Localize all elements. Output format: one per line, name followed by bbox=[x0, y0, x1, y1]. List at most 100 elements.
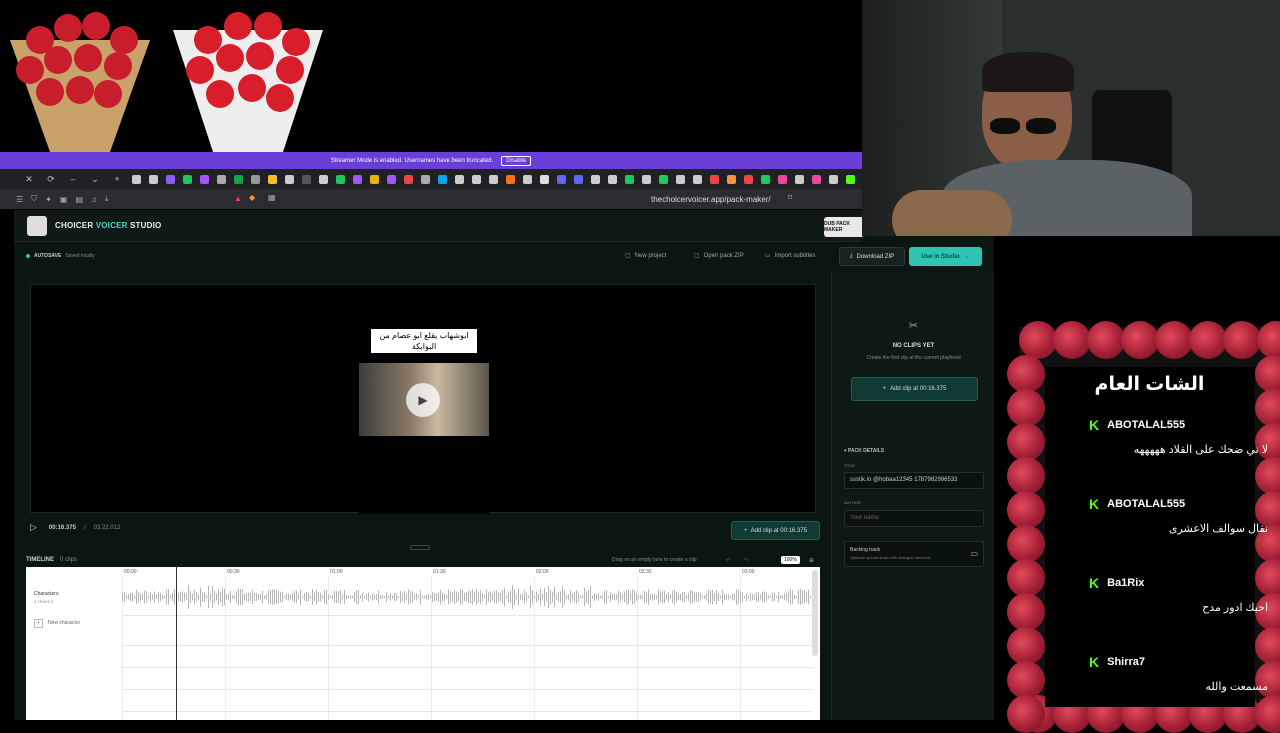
tab-favicon[interactable] bbox=[353, 174, 362, 184]
refresh-icon[interactable]: ⟳ bbox=[40, 174, 62, 185]
brave-shield-icon[interactable]: ◆ bbox=[249, 193, 255, 202]
tab-favicon[interactable] bbox=[557, 174, 566, 184]
tab-favicon[interactable] bbox=[336, 174, 345, 184]
bookmark-icon[interactable]: ⌑ bbox=[788, 193, 792, 202]
play-icon[interactable]: ▶ bbox=[406, 383, 440, 417]
author-input[interactable]: Your name bbox=[844, 510, 984, 527]
tab-favicon[interactable] bbox=[370, 174, 379, 184]
tab-favicon[interactable] bbox=[319, 174, 328, 184]
tab-favicon[interactable] bbox=[200, 174, 209, 184]
waveform-bar bbox=[534, 595, 535, 599]
tab-favicon[interactable] bbox=[812, 174, 821, 184]
shield-icon[interactable]: ⛉ bbox=[31, 194, 37, 204]
play-button-icon[interactable]: ▷ bbox=[30, 522, 37, 533]
add-clip-panel-button[interactable]: + Add clip at 00:16.375 bbox=[851, 377, 978, 401]
waveform-bar bbox=[548, 586, 549, 608]
download-icon[interactable]: ⤓ bbox=[105, 194, 109, 204]
tab-favicon[interactable] bbox=[523, 174, 532, 184]
dub-pack-maker-button[interactable]: DUB PACK MAKER bbox=[824, 217, 864, 237]
tab-favicon[interactable] bbox=[183, 174, 192, 184]
tab-favicon[interactable] bbox=[149, 174, 158, 184]
waveform-bar bbox=[540, 588, 541, 606]
tab-favicon[interactable] bbox=[744, 174, 753, 184]
resize-handle[interactable] bbox=[410, 545, 430, 550]
waveform-bar bbox=[618, 590, 619, 604]
timeline-area[interactable]: 00:00 00:30 01:00 01:30 02:00 02:30 03:00 Char… bbox=[26, 567, 820, 720]
tab-favicon[interactable] bbox=[778, 174, 787, 184]
minimize-icon[interactable]: – bbox=[62, 174, 84, 184]
tab-favicon[interactable] bbox=[625, 174, 634, 184]
tab-favicon[interactable] bbox=[506, 174, 515, 184]
tab-favicon[interactable] bbox=[540, 174, 549, 184]
use-in-studio-button[interactable]: Use in Studio → bbox=[909, 247, 982, 266]
tab-favicon[interactable] bbox=[489, 174, 498, 184]
tab-favicon-active[interactable] bbox=[302, 174, 311, 184]
zoom-in-icon[interactable]: ⊕ bbox=[809, 557, 814, 564]
undo-icon[interactable]: ↶ bbox=[726, 557, 731, 564]
waveform-bar bbox=[750, 592, 751, 602]
tab-favicon[interactable] bbox=[829, 174, 838, 184]
tab-favicon[interactable] bbox=[132, 174, 141, 184]
music-icon[interactable]: ♫ bbox=[91, 195, 97, 204]
tab-favicon[interactable] bbox=[472, 174, 481, 184]
tab-favicon[interactable] bbox=[693, 174, 702, 184]
tab-favicon[interactable] bbox=[710, 174, 719, 184]
waveform-bar bbox=[124, 592, 125, 602]
download-zip-button[interactable]: ⤓ Download ZIP bbox=[839, 247, 905, 266]
tab-favicon[interactable] bbox=[761, 174, 770, 184]
waveform-bar bbox=[304, 593, 305, 601]
alert-icon[interactable]: ▲ bbox=[234, 194, 242, 203]
timeline-lane-divider bbox=[122, 711, 812, 712]
tab-favicon[interactable] bbox=[217, 174, 226, 184]
pack-details-toggle[interactable]: ▾ PACK DETAILS bbox=[844, 448, 884, 454]
tab-favicon[interactable] bbox=[438, 174, 447, 184]
tab-favicon[interactable] bbox=[795, 174, 804, 184]
extension-icon[interactable]: ✦ bbox=[45, 195, 52, 204]
close-icon[interactable]: ✕ bbox=[18, 174, 40, 185]
timeline-scrollbar[interactable] bbox=[812, 570, 818, 656]
menu-icon[interactable]: ☰ bbox=[16, 195, 23, 204]
url-field[interactable]: thechoicervoicer.app/pack-maker/ bbox=[651, 195, 771, 204]
new-character-button[interactable]: + New character bbox=[34, 617, 114, 629]
tab-favicon[interactable] bbox=[455, 174, 464, 184]
timeline-lane-divider bbox=[122, 615, 812, 616]
waveform-bar bbox=[608, 595, 609, 599]
tab-favicon[interactable] bbox=[676, 174, 685, 184]
tab-favicon[interactable] bbox=[659, 174, 668, 184]
title-input[interactable]: ssstik.io @hobaa12345 1787982996533 bbox=[844, 472, 984, 489]
tab-favicon[interactable] bbox=[846, 174, 855, 184]
add-clip-button[interactable]: + Add clip at 00:16.375 bbox=[731, 521, 820, 540]
tab-favicon[interactable] bbox=[404, 174, 413, 184]
wallet-icon[interactable]: ▦ bbox=[268, 193, 276, 202]
new-tab-icon[interactable]: + bbox=[106, 174, 128, 184]
rose-decoration bbox=[1223, 321, 1261, 359]
tab-favicon[interactable] bbox=[251, 174, 260, 184]
folder-icon[interactable]: ▭ bbox=[970, 549, 978, 558]
tab-favicon[interactable] bbox=[166, 174, 175, 184]
waveform-bar bbox=[358, 590, 359, 604]
tab-favicon[interactable] bbox=[234, 174, 243, 184]
import-subtitles-button[interactable]: ▭ Import subtitles bbox=[765, 252, 815, 260]
tab-favicon[interactable] bbox=[574, 174, 583, 184]
backing-track-field[interactable]: Backing track Optional upload audio with… bbox=[844, 541, 984, 567]
open-pack-button[interactable]: ▢ Open pack ZIP bbox=[694, 252, 744, 260]
redo-icon[interactable]: ↷ bbox=[744, 557, 749, 564]
tab-favicon[interactable] bbox=[268, 174, 277, 184]
tab-favicon[interactable] bbox=[727, 174, 736, 184]
tab-favicon[interactable] bbox=[608, 174, 617, 184]
tab-favicon[interactable] bbox=[591, 174, 600, 184]
waveform-bar bbox=[774, 592, 775, 602]
new-project-button[interactable]: ▢ New project bbox=[625, 252, 666, 260]
video-preview[interactable]: ابوشهاب يقلع ابو عصام من البوابكة ▶ bbox=[30, 284, 816, 514]
waveform-bar bbox=[390, 593, 391, 601]
tab-favicon[interactable] bbox=[642, 174, 651, 184]
tab-favicon[interactable] bbox=[387, 174, 396, 184]
zoom-level[interactable]: 100% bbox=[781, 556, 800, 564]
sidebar-icon[interactable]: ▣ bbox=[60, 195, 68, 204]
disable-streamer-mode-button[interactable]: Disable bbox=[501, 155, 532, 166]
tab-favicon[interactable] bbox=[285, 174, 294, 184]
tab-favicon[interactable] bbox=[421, 174, 430, 184]
playhead[interactable] bbox=[176, 567, 177, 720]
chevron-down-icon[interactable]: ⌄ bbox=[84, 174, 106, 185]
reader-icon[interactable]: ▤ bbox=[75, 195, 83, 204]
